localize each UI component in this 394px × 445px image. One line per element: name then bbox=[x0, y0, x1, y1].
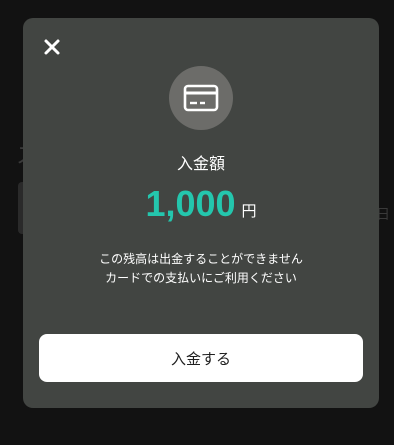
credit-card-badge bbox=[169, 66, 233, 130]
balance-note: この残高は出金することができません カードでの支払いにご利用ください bbox=[23, 250, 379, 288]
amount-display: 1,000 円 bbox=[23, 182, 379, 226]
close-icon bbox=[44, 39, 60, 55]
note-line-1: この残高は出金することができません bbox=[99, 252, 303, 266]
credit-card-icon bbox=[183, 84, 219, 112]
deposit-amount-title: 入金額 bbox=[176, 154, 225, 173]
close-button[interactable] bbox=[39, 34, 65, 60]
deposit-confirm-modal: 入金額 1,000 円 この残高は出金することができません カードでの支払いにご利… bbox=[23, 18, 379, 408]
deposit-button[interactable]: 入金する bbox=[39, 334, 363, 382]
note-line-2: カードでの支払いにご利用ください bbox=[105, 271, 297, 285]
amount-unit: 円 bbox=[241, 202, 257, 220]
amount-value: 1,000 bbox=[145, 183, 236, 224]
